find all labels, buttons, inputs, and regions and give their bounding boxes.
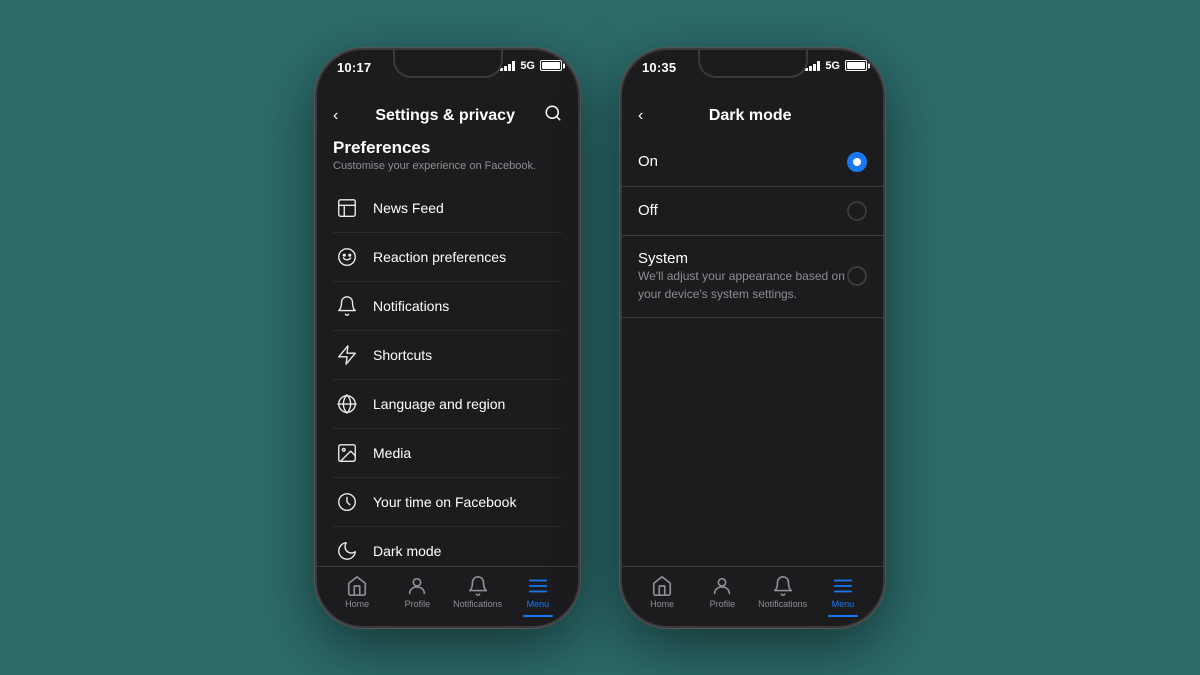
dark-mode-item[interactable]: Dark mode <box>333 527 562 566</box>
tab-profile-label-2: Profile <box>710 599 736 609</box>
status-time: 10:17 <box>337 60 371 75</box>
network-type: 5G <box>520 60 535 72</box>
nav-bar-2: ‹ Dark mode <box>622 94 883 138</box>
dark-mode-system-label: System <box>638 250 847 267</box>
dark-mode-on-label: On <box>638 153 847 170</box>
signal-bars-icon <box>500 61 515 71</box>
tab-menu-label-2: Menu <box>832 599 855 609</box>
dark-mode-label: Dark mode <box>373 543 562 559</box>
battery-icon-2 <box>845 60 867 71</box>
tab-home[interactable]: Home <box>327 575 387 609</box>
media-icon <box>333 439 361 467</box>
status-icons-2: 5G <box>805 60 867 72</box>
tab-notifications-2[interactable]: Notifications <box>753 575 813 609</box>
notifications-label: Notifications <box>373 298 562 314</box>
shortcuts-label: Shortcuts <box>373 347 562 363</box>
darkmode-phone: 10:35 5G ‹ Dark mode On <box>620 48 885 628</box>
tab-active-indicator <box>523 615 553 617</box>
dark-mode-off-label: Off <box>638 202 847 219</box>
tab-active-indicator-2 <box>828 615 858 617</box>
reaction-icon <box>333 243 361 271</box>
dark-mode-system-desc: We'll adjust your appearance based on yo… <box>638 269 845 301</box>
news-feed-label: News Feed <box>373 200 562 216</box>
network-type-2: 5G <box>825 60 840 72</box>
time-on-fb-label: Your time on Facebook <box>373 494 562 510</box>
dark-mode-off-option[interactable]: Off <box>622 187 883 236</box>
nav-bar: ‹ Settings & privacy <box>317 94 578 138</box>
shortcuts-icon <box>333 341 361 369</box>
dark-mode-options: On Off System We'll adjust your appearan… <box>622 138 883 318</box>
preferences-subtitle: Customise your experience on Facebook. <box>333 160 562 172</box>
tab-profile-label: Profile <box>405 599 431 609</box>
darkmode-content: On Off System We'll adjust your appearan… <box>622 138 883 610</box>
media-item[interactable]: Media <box>333 429 562 478</box>
radio-off[interactable] <box>847 201 867 221</box>
dark-mode-system-option[interactable]: System We'll adjust your appearance base… <box>622 236 883 318</box>
tab-bar-2: Home Profile Notifications Menu <box>622 566 883 626</box>
tab-menu[interactable]: Menu <box>508 575 568 609</box>
search-button[interactable] <box>544 104 562 127</box>
radio-on[interactable] <box>847 152 867 172</box>
tab-home-2[interactable]: Home <box>632 575 692 609</box>
notifications-item[interactable]: Notifications <box>333 282 562 331</box>
dark-mode-on-option[interactable]: On <box>622 138 883 187</box>
dark-mode-system-content: System We'll adjust your appearance base… <box>638 250 847 303</box>
tab-notifications[interactable]: Notifications <box>448 575 508 609</box>
language-label: Language and region <box>373 396 562 412</box>
moon-icon <box>333 537 361 565</box>
tab-bar: Home Profile Notifications Menu <box>317 566 578 626</box>
settings-phone: 10:17 5G ‹ Settings & privacy <box>315 48 580 628</box>
dark-mode-on-content: On <box>638 153 847 170</box>
notch-2 <box>698 50 808 78</box>
news-feed-item[interactable]: News Feed <box>333 184 562 233</box>
radio-system[interactable] <box>847 266 867 286</box>
media-label: Media <box>373 445 562 461</box>
shortcuts-item[interactable]: Shortcuts <box>333 331 562 380</box>
bell-icon <box>333 292 361 320</box>
scroll-content: Preferences Customise your experience on… <box>317 138 578 566</box>
globe-icon <box>333 390 361 418</box>
reaction-prefs-label: Reaction preferences <box>373 249 562 265</box>
battery-icon <box>540 60 562 71</box>
news-feed-icon <box>333 194 361 222</box>
signal-bars-icon-2 <box>805 61 820 71</box>
tab-profile-2[interactable]: Profile <box>692 575 752 609</box>
tab-home-label-2: Home <box>650 599 674 609</box>
notch <box>393 50 503 78</box>
language-item[interactable]: Language and region <box>333 380 562 429</box>
tab-home-label: Home <box>345 599 369 609</box>
time-on-fb-item[interactable]: Your time on Facebook <box>333 478 562 527</box>
reaction-prefs-item[interactable]: Reaction preferences <box>333 233 562 282</box>
tab-notifications-label: Notifications <box>453 599 502 609</box>
tab-profile[interactable]: Profile <box>387 575 447 609</box>
nav-title-2: Dark mode <box>651 107 849 125</box>
preferences-title: Preferences <box>333 138 562 158</box>
phone-content: Preferences Customise your experience on… <box>317 138 578 610</box>
back-button-2[interactable]: ‹ <box>638 107 643 125</box>
tab-menu-2[interactable]: Menu <box>813 575 873 609</box>
status-time-2: 10:35 <box>642 60 676 75</box>
clock-icon <box>333 488 361 516</box>
status-icons: 5G <box>500 60 562 72</box>
tab-menu-label: Menu <box>527 599 550 609</box>
back-button[interactable]: ‹ <box>333 107 338 125</box>
preferences-section-header: Preferences Customise your experience on… <box>333 138 562 172</box>
dark-mode-off-content: Off <box>638 202 847 219</box>
tab-notifications-label-2: Notifications <box>758 599 807 609</box>
nav-title: Settings & privacy <box>346 107 544 125</box>
